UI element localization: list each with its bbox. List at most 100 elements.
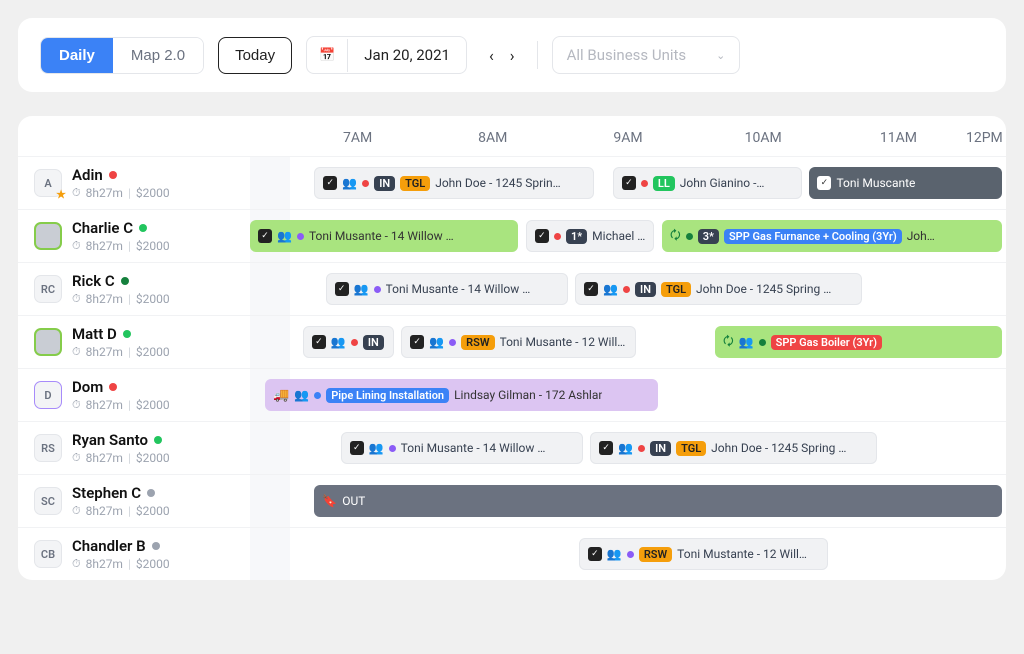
clock-icon: ⏱: [72, 186, 81, 200]
avatar: [34, 328, 62, 356]
tech-cell[interactable]: RC Rick C ⏱8h27m|$2000: [18, 263, 250, 315]
clock-icon: ⏱: [72, 504, 81, 518]
divider: [537, 41, 538, 69]
people-icon: 👥: [607, 547, 622, 561]
tech-cell[interactable]: A★ Adin ⏱8h27m|$2000: [18, 157, 250, 209]
status-dot: [154, 436, 162, 444]
check-icon: ✓: [350, 441, 364, 455]
job-card[interactable]: 🗘 3* SPP Gas Furnance + Cooling (3Yr) Jo…: [662, 220, 1002, 252]
people-icon: 👥: [342, 176, 357, 190]
business-unit-filter[interactable]: All Business Units ⌄: [552, 36, 741, 74]
job-card[interactable]: ✓ 1* Michael H…: [526, 220, 655, 252]
truck-icon: 🚚: [273, 388, 289, 403]
status-dot: [139, 224, 147, 232]
tech-row: RS Ryan Santo ⏱8h27m|$2000 ✓👥 Toni Musan…: [18, 421, 1006, 474]
current-date: Jan 20, 2021: [348, 37, 466, 73]
check-icon: ✓: [584, 282, 598, 296]
toolbar: Daily Map 2.0 Today 📅 Jan 20, 2021 ‹ › A…: [18, 18, 1006, 92]
calendar-icon: 📅: [307, 39, 348, 72]
job-card[interactable]: ✓👥 Toni Musante - 14 Willow …: [326, 273, 568, 305]
tech-cell[interactable]: Matt D ⏱8h27m|$2000: [18, 316, 250, 368]
tech-cell[interactable]: RS Ryan Santo ⏱8h27m|$2000: [18, 422, 250, 474]
tech-name-label: Chandler B: [72, 537, 146, 555]
people-icon: 👥: [618, 441, 633, 455]
sync-icon: 🗘: [723, 332, 734, 353]
tech-cell[interactable]: CB Chandler B ⏱8h27m|$2000: [18, 528, 250, 580]
tech-name-label: Dom: [72, 378, 103, 396]
people-icon: 👥: [739, 335, 754, 349]
time-header: 7AM 8AM 9AM 10AM 11AM 12PM: [18, 116, 1006, 156]
avatar: RS: [34, 434, 62, 462]
job-card[interactable]: ✓👥 Toni Musante - 14 Willow …: [341, 432, 583, 464]
tech-name-label: Matt D: [72, 325, 117, 343]
job-card[interactable]: ✓👥 IN: [303, 326, 394, 358]
tech-row: RC Rick C ⏱8h27m|$2000 ✓👥 Toni Musante -…: [18, 262, 1006, 315]
clock-icon: ⏱: [72, 292, 81, 306]
people-icon: 👥: [429, 335, 444, 349]
status-dot: [109, 171, 117, 179]
people-icon: 👥: [331, 335, 346, 349]
tab-daily[interactable]: Daily: [41, 38, 113, 73]
status-dot: [121, 277, 129, 285]
time-col: 7AM: [290, 130, 425, 146]
job-card[interactable]: ✓ LL John Gianino -…: [613, 167, 802, 199]
chevron-down-icon: ⌄: [716, 49, 725, 62]
tech-row: Matt D ⏱8h27m|$2000 ✓👥 IN ✓👥 RSW Toni Mu…: [18, 315, 1006, 368]
job-card[interactable]: ✓👥 INTGL John Doe - 1245 Spring …: [590, 432, 877, 464]
avatar: [34, 222, 62, 250]
out-block[interactable]: 🔖 OUT: [314, 485, 1002, 517]
status-dot: [152, 542, 160, 550]
check-icon: ✓: [622, 176, 636, 190]
view-toggle: Daily Map 2.0: [40, 37, 204, 74]
check-icon: ✓: [535, 229, 549, 243]
status-dot: [147, 489, 155, 497]
time-col: 12PM: [966, 130, 1006, 146]
status-dot: [123, 330, 131, 338]
status-dot: [109, 383, 117, 391]
prev-day-button[interactable]: ‹: [489, 46, 494, 65]
sync-icon: 🗘: [670, 226, 681, 247]
avatar: A★: [34, 169, 62, 197]
tech-row: SC Stephen C ⏱8h27m|$2000 🔖 OUT: [18, 474, 1006, 527]
job-card[interactable]: ✓👥 Toni Musante - 14 Willow …: [250, 220, 518, 252]
job-card[interactable]: 🗘👥 SPP Gas Boiler (3Yr): [715, 326, 1002, 358]
check-icon: ✓: [312, 335, 326, 349]
today-button[interactable]: Today: [218, 37, 292, 74]
clock-icon: ⏱: [72, 557, 81, 571]
tab-map[interactable]: Map 2.0: [113, 38, 203, 73]
time-col: 8AM: [425, 130, 560, 146]
avatar: D: [34, 381, 62, 409]
tech-cell[interactable]: D Dom ⏱8h27m|$2000: [18, 369, 250, 421]
date-picker[interactable]: 📅 Jan 20, 2021: [306, 36, 467, 74]
filter-label: All Business Units: [567, 46, 687, 64]
people-icon: 👥: [294, 388, 309, 402]
check-icon: ✓: [258, 229, 272, 243]
tech-row: A★ Adin ⏱8h27m|$2000 ✓👥 INTGL John Doe -…: [18, 156, 1006, 209]
star-icon: ★: [56, 188, 66, 201]
tech-row: Charlie C ⏱8h27m|$2000 ✓👥 Toni Musante -…: [18, 209, 1006, 262]
clock-icon: ⏱: [72, 239, 81, 253]
avatar: RC: [34, 275, 62, 303]
job-card[interactable]: ✓ Toni Muscante: [809, 167, 1002, 199]
tech-name-label: Charlie C: [72, 219, 133, 237]
job-card[interactable]: ✓👥 INTGL John Doe - 1245 Spring …: [575, 273, 862, 305]
job-card[interactable]: 🚚👥 Pipe Lining Installation Lindsay Gilm…: [265, 379, 658, 411]
tech-cell[interactable]: SC Stephen C ⏱8h27m|$2000: [18, 475, 250, 527]
check-icon: ✓: [599, 441, 613, 455]
job-card[interactable]: ✓👥 RSW Toni Musante - 12 Will…: [401, 326, 635, 358]
people-icon: 👥: [369, 441, 384, 455]
check-icon: ✓: [588, 547, 602, 561]
tech-cell[interactable]: Charlie C ⏱8h27m|$2000: [18, 210, 250, 262]
avatar: SC: [34, 487, 62, 515]
time-col: 9AM: [560, 130, 695, 146]
clock-icon: ⏱: [72, 451, 81, 465]
job-card[interactable]: ✓👥 RSW Toni Mustante - 12 Will…: [579, 538, 828, 570]
check-icon: ✓: [817, 176, 831, 190]
check-icon: ✓: [410, 335, 424, 349]
job-card[interactable]: ✓👥 INTGL John Doe - 1245 Sprin…: [314, 167, 594, 199]
clock-icon: ⏱: [72, 398, 81, 412]
next-day-button[interactable]: ›: [510, 46, 515, 65]
tech-name-label: Rick C: [72, 272, 115, 290]
people-icon: 👥: [354, 282, 369, 296]
people-icon: 👥: [277, 229, 292, 243]
